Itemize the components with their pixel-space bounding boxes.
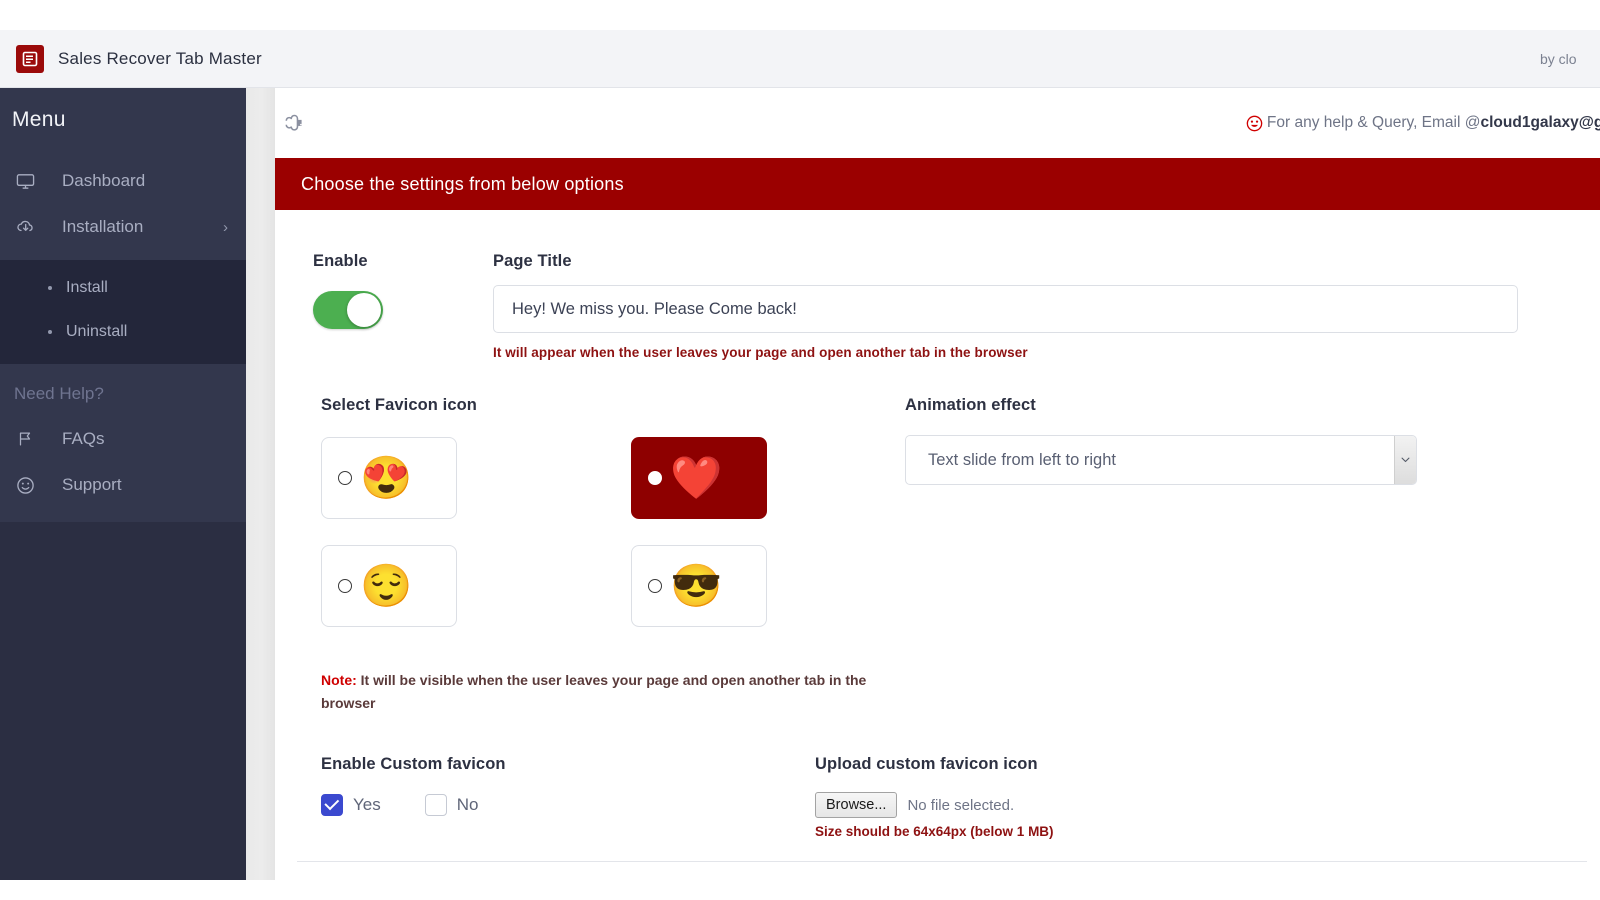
heart-eyes-emoji: 😍 xyxy=(360,454,413,501)
sidebar-item-label: Support xyxy=(62,475,122,494)
radio-icon[interactable] xyxy=(338,471,352,485)
sidebar-header: Menu xyxy=(0,88,246,152)
page-title-helper: It will appear when the user leaves your… xyxy=(493,345,1028,360)
flag-icon xyxy=(16,430,44,448)
favicon-option-sunglasses-face[interactable]: 😎 xyxy=(631,545,767,627)
sidebar-subnav: Install Uninstall xyxy=(0,260,246,364)
sidebar: Menu Dashboard Installation › Install Un… xyxy=(0,88,246,880)
radio-icon[interactable] xyxy=(648,471,662,485)
page-title-label: Page Title xyxy=(493,252,572,270)
archive-box-icon xyxy=(16,44,44,73)
sidebar-item-label: FAQs xyxy=(62,429,105,448)
credit-label: by clo xyxy=(1540,50,1577,67)
browse-button[interactable]: Browse... xyxy=(815,792,898,819)
content-header: For any help & Query, Email @ cloud1gala… xyxy=(275,88,1600,158)
custom-favicon-no-label: No xyxy=(456,795,479,815)
sidebar-subitem-install[interactable]: Install xyxy=(0,266,246,310)
animation-selected-value: Text slide from left to right xyxy=(928,450,1116,469)
relieved-face-emoji: 😌 xyxy=(360,562,413,609)
file-picker: Browse... No file selected. xyxy=(815,792,1600,819)
favicon-note-keyword: Note: xyxy=(321,672,357,688)
sidebar-item-label: Dashboard xyxy=(62,171,146,190)
red-heart-emoji: ❤️ xyxy=(670,454,723,501)
sidebar-subitem-label: Install xyxy=(66,279,108,296)
smiley-red-icon xyxy=(1246,115,1263,132)
sidebar-nav-group: Dashboard Installation › xyxy=(0,152,246,260)
favicon-option-relieved-face[interactable]: 😌 xyxy=(321,545,457,627)
sidebar-menu-label: Menu xyxy=(12,108,66,131)
upload-favicon-field: Upload custom favicon icon Browse... No … xyxy=(815,755,1600,839)
toggle-knob xyxy=(347,293,381,327)
favicon-field: Select Favicon icon 😍 ❤️ 😌 😎 Note: It wi… xyxy=(275,396,905,715)
chevron-down-icon[interactable] xyxy=(1394,436,1416,484)
sidebar-subitem-uninstall[interactable]: Uninstall xyxy=(0,310,246,354)
bullet-icon xyxy=(48,286,52,290)
animation-effect-select[interactable]: Text slide from left to right xyxy=(905,435,1417,485)
page-title-field: Page Title It will appear when the user … xyxy=(493,252,1600,360)
sidebar-item-support[interactable]: Support xyxy=(0,462,246,508)
sidebar-item-installation[interactable]: Installation › xyxy=(0,204,246,250)
animation-label: Animation effect xyxy=(905,396,1036,414)
favicon-option-red-heart[interactable]: ❤️ xyxy=(631,437,767,519)
help-email-text: For any help & Query, Email @ xyxy=(1266,114,1481,131)
help-email-notice: For any help & Query, Email @ cloud1gala… xyxy=(1246,114,1600,132)
custom-favicon-yes-checkbox[interactable] xyxy=(321,794,343,817)
sidebar-content-gutter xyxy=(246,88,275,880)
radio-icon[interactable] xyxy=(338,579,352,593)
sidebar-item-faqs[interactable]: FAQs xyxy=(0,416,246,462)
sidebar-subitem-label: Uninstall xyxy=(66,323,128,340)
sunglasses-face-emoji: 😎 xyxy=(670,562,723,609)
animation-field: Animation effect Text slide from left to… xyxy=(905,396,1600,715)
favicon-and-animation-row: Select Favicon icon 😍 ❤️ 😌 😎 Note: It wi… xyxy=(275,360,1600,715)
favicon-option-heart-eyes[interactable]: 😍 xyxy=(321,437,457,519)
custom-favicon-yes-label: Yes xyxy=(353,795,381,815)
upload-size-note: Size should be 64x64px (below 1 MB) xyxy=(815,824,1054,840)
sidebar-help-title: Need Help? xyxy=(14,384,104,403)
help-email-address[interactable]: cloud1galaxy@gmai xyxy=(1481,114,1600,132)
settings-banner-title: Choose the settings from below options xyxy=(301,173,624,194)
enable-label: Enable xyxy=(313,252,368,270)
page-title-input[interactable] xyxy=(493,285,1518,333)
custom-favicon-choices: Yes No xyxy=(321,794,815,817)
favicon-label: Select Favicon icon xyxy=(321,396,477,414)
sidebar-toggle-icon[interactable] xyxy=(275,103,315,143)
favicon-option-grid: 😍 ❤️ 😌 😎 xyxy=(321,437,905,627)
monitor-icon xyxy=(16,172,44,191)
custom-favicon-no-checkbox[interactable] xyxy=(424,794,447,817)
favicon-note: Note: It will be visible when the user l… xyxy=(321,669,911,715)
settings-panel: Enable Page Title It will appear when th… xyxy=(275,210,1600,863)
bullet-icon xyxy=(48,330,52,334)
radio-icon[interactable] xyxy=(648,579,662,593)
smiley-icon xyxy=(16,476,44,495)
settings-banner: Choose the settings from below options xyxy=(275,158,1600,210)
section-divider xyxy=(297,861,1587,863)
app-root: Sales Recover Tab Master by clo Menu Das… xyxy=(0,0,1600,900)
cloud-download-icon xyxy=(16,217,44,237)
enable-and-title-row: Enable Page Title It will appear when th… xyxy=(275,210,1600,360)
sidebar-item-dashboard[interactable]: Dashboard xyxy=(0,158,246,204)
enable-field: Enable xyxy=(275,252,493,360)
titlebar-left: Sales Recover Tab Master xyxy=(0,44,262,73)
sidebar-help-section: Need Help? FAQs Support xyxy=(0,364,246,522)
window-titlebar: Sales Recover Tab Master by clo xyxy=(0,30,1600,88)
custom-favicon-row: Enable Custom favicon Yes No Upload cust… xyxy=(275,715,1600,839)
custom-favicon-label: Enable Custom favicon xyxy=(321,755,506,774)
main-content: For any help & Query, Email @ cloud1gala… xyxy=(275,88,1600,880)
custom-favicon-field: Enable Custom favicon Yes No xyxy=(275,755,815,839)
favicon-note-body: It will be visible when the user leaves … xyxy=(321,672,867,712)
file-status-text: No file selected. xyxy=(907,796,1015,814)
chevron-right-icon: › xyxy=(223,218,228,236)
app-title: Sales Recover Tab Master xyxy=(58,48,262,68)
upload-favicon-label: Upload custom favicon icon xyxy=(815,755,1038,774)
enable-toggle[interactable] xyxy=(313,291,383,329)
sidebar-item-label: Installation xyxy=(62,217,144,236)
